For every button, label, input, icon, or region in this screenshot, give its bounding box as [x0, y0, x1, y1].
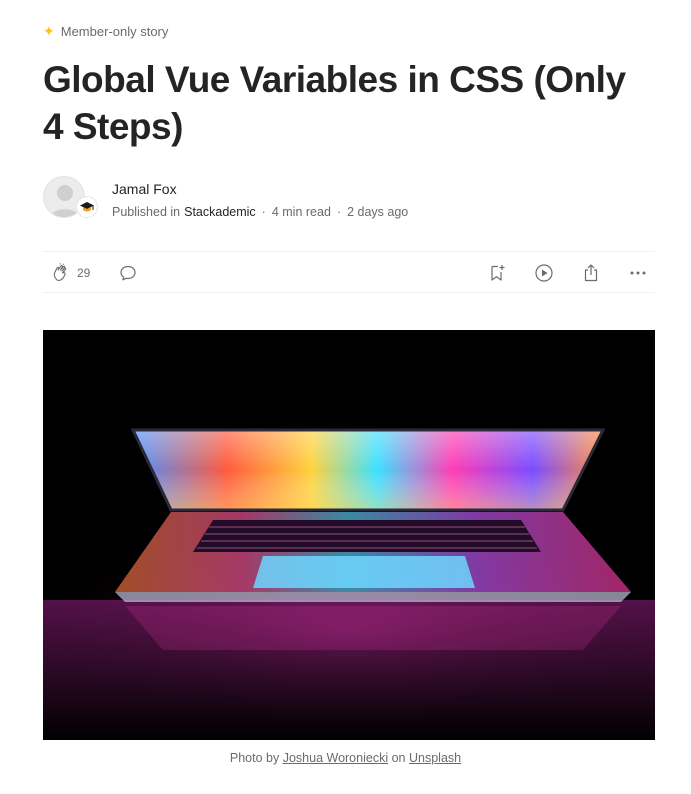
published-in-label: Published in	[112, 205, 181, 219]
clap-button[interactable]: 29	[51, 263, 90, 283]
meta-separator: ·	[336, 205, 342, 219]
listen-button[interactable]	[533, 262, 555, 284]
member-only-label: Member-only story	[60, 23, 169, 39]
share-icon	[584, 264, 598, 282]
publish-date: 2 days ago	[347, 205, 409, 219]
comment-button[interactable]	[118, 263, 138, 288]
clap-count: 29	[77, 266, 91, 280]
article-title: Global Vue Variables in CSS (Only 4 Step…	[43, 59, 626, 147]
article-meta: Published in Stackademic · 4 min read · …	[112, 205, 408, 219]
meta-separator: ·	[261, 205, 266, 219]
article-action-bar: 29	[43, 251, 655, 293]
photographer-link[interactable]: Joshua Woroniecki	[283, 751, 388, 765]
member-only-badge: ✦ Member-only story	[43, 22, 168, 40]
source-link[interactable]: Unsplash	[409, 751, 461, 765]
graduation-cap-icon	[80, 202, 94, 212]
more-options-button[interactable]	[627, 262, 649, 284]
save-button[interactable]	[486, 262, 508, 284]
caption-on: on	[391, 751, 406, 765]
publication-logo[interactable]	[76, 196, 98, 218]
clap-icon	[53, 263, 67, 282]
more-icon	[630, 271, 646, 275]
read-time: 4 min read	[271, 205, 331, 219]
publication-link[interactable]: Stackademic	[184, 205, 256, 219]
play-icon	[535, 264, 553, 282]
bookmark-add-icon	[491, 265, 505, 281]
caption-prefix: Photo by	[229, 751, 280, 765]
sparkle-star-icon: ✦	[43, 23, 55, 39]
author-name[interactable]: Jamal Fox	[112, 181, 177, 197]
hero-image-laptop	[43, 330, 655, 740]
share-button[interactable]	[580, 262, 602, 284]
comment-icon	[120, 265, 136, 281]
author-byline: Jamal Fox Published in Stackademic · 4 m…	[43, 176, 643, 220]
image-caption: Photo by Joshua Woroniecki on Unsplash	[0, 751, 691, 765]
